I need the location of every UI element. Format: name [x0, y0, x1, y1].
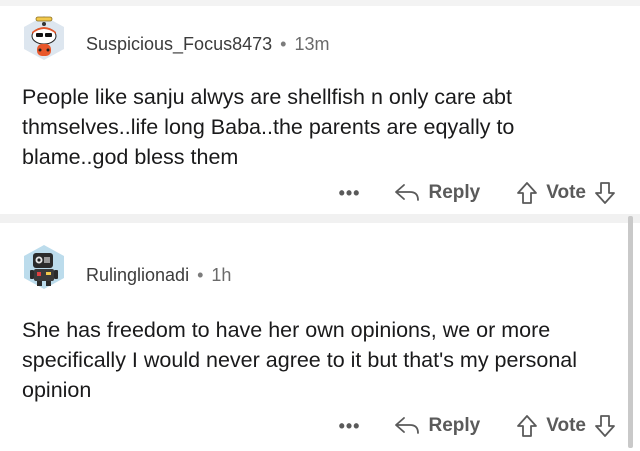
robot-avatar-icon[interactable] — [20, 243, 68, 291]
more-options-button[interactable]: ••• — [339, 416, 361, 437]
snoo-avatar-icon[interactable] — [20, 14, 68, 62]
vote-controls: Vote — [516, 181, 616, 205]
vote-label: Vote — [546, 182, 586, 203]
comment-text: She has freedom to have her own opinions… — [22, 318, 578, 402]
reply-arrow-icon — [395, 184, 420, 201]
comment-2: Rulinglionadi • 1h She has freedom to ha… — [0, 223, 628, 451]
reply-label: Reply — [428, 182, 481, 203]
reply-label: Reply — [428, 415, 481, 436]
reply-button[interactable]: Reply — [394, 182, 480, 204]
scrollbar[interactable] — [628, 216, 633, 448]
comment-divider — [0, 214, 640, 223]
comment-meta: Suspicious_Focus8473 • 13m — [86, 34, 329, 55]
comment-meta: Rulinglionadi • 1h — [86, 265, 231, 286]
comment-text: People like sanju alwys are shellfish n … — [22, 85, 515, 169]
upvote-arrow-icon[interactable] — [516, 181, 538, 205]
upvote-arrow-icon[interactable] — [516, 414, 538, 438]
timestamp: 1h — [211, 265, 232, 285]
vote-controls: Vote — [516, 414, 616, 438]
reply-arrow-icon — [395, 417, 420, 434]
meta-separator: • — [197, 265, 204, 285]
reply-button[interactable]: Reply — [394, 415, 480, 437]
meta-separator: • — [280, 34, 287, 54]
vote-label: Vote — [546, 415, 586, 436]
more-options-button[interactable]: ••• — [339, 183, 361, 204]
downvote-arrow-icon[interactable] — [594, 414, 616, 438]
username[interactable]: Suspicious_Focus8473 — [86, 34, 272, 55]
comment-actions: ••• Reply Vote — [339, 181, 616, 205]
timestamp: 13m — [294, 34, 330, 54]
username[interactable]: Rulinglionadi — [86, 265, 189, 286]
comment-1: Suspicious_Focus8473 • 13m People like s… — [0, 0, 628, 214]
comment-actions: ••• Reply Vote — [339, 414, 616, 438]
downvote-arrow-icon[interactable] — [594, 181, 616, 205]
